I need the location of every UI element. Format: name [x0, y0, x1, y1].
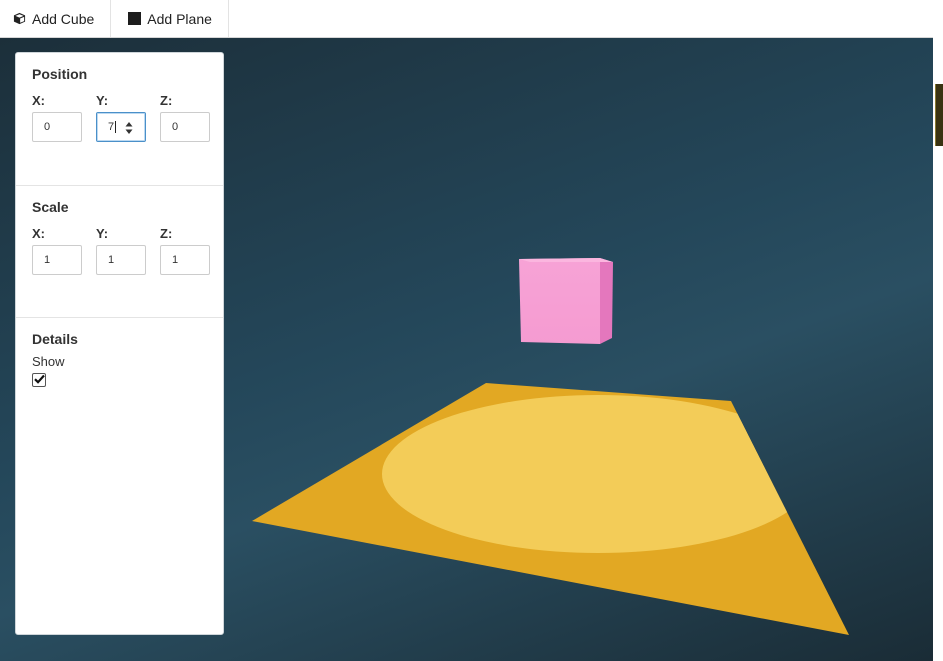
- position-x-label: X:: [32, 93, 45, 108]
- text-caret: [115, 121, 117, 133]
- position-z-label: Z:: [160, 93, 173, 108]
- check-icon: [33, 371, 45, 389]
- properties-panel: Position X: 0 Y: 7 Z: 0 Scale X: 1 Y: 1 …: [15, 52, 224, 635]
- cube-object[interactable]: [519, 258, 613, 344]
- add-cube-button[interactable]: Add Cube: [0, 0, 112, 37]
- position-y-value: 7: [108, 121, 115, 133]
- scale-section: Scale X: 1 Y: 1 Z: 1: [16, 186, 223, 318]
- position-x-input[interactable]: 0: [32, 112, 82, 142]
- side-tab[interactable]: [935, 84, 943, 146]
- scale-title: Scale: [32, 199, 69, 215]
- scale-x-input[interactable]: 1: [32, 245, 82, 275]
- cube-icon: [13, 12, 26, 25]
- position-y-label: Y:: [96, 93, 109, 108]
- add-plane-label: Add Plane: [147, 10, 212, 27]
- position-y-input[interactable]: 7: [96, 112, 146, 142]
- details-title: Details: [32, 331, 78, 347]
- toolbar: Add Cube Add Plane: [0, 0, 933, 38]
- add-cube-label: Add Cube: [32, 10, 95, 27]
- position-z-input[interactable]: 0: [160, 112, 210, 142]
- scale-z-input[interactable]: 1: [160, 245, 210, 275]
- scale-y-value: 1: [108, 254, 115, 266]
- scale-z-label: Z:: [160, 226, 173, 241]
- add-plane-button[interactable]: Add Plane: [111, 0, 229, 37]
- details-section: Details Show: [16, 318, 223, 387]
- position-title: Position: [32, 66, 88, 82]
- position-x-value: 0: [44, 121, 51, 133]
- scale-x-value: 1: [44, 254, 51, 266]
- scale-x-label: X:: [32, 226, 45, 241]
- square-icon: [128, 12, 142, 25]
- position-section: Position X: 0 Y: 7 Z: 0: [16, 53, 223, 186]
- scale-y-input[interactable]: 1: [96, 245, 146, 275]
- show-checkbox[interactable]: [32, 373, 46, 387]
- show-label: Show: [32, 354, 65, 369]
- position-z-value: 0: [172, 121, 179, 133]
- scale-y-label: Y:: [96, 226, 109, 241]
- spinner-arrows-icon[interactable]: [125, 121, 133, 135]
- scale-z-value: 1: [172, 254, 179, 266]
- plane-object[interactable]: [252, 383, 849, 635]
